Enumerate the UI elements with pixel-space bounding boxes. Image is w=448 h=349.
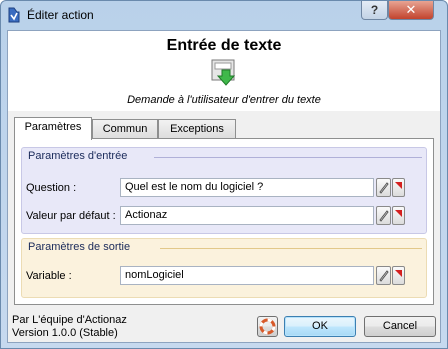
- action-title: Entrée de texte: [166, 37, 282, 54]
- ok-button[interactable]: OK: [284, 316, 356, 337]
- parameters-panel: Paramètres d'entrée Question : Quel est …: [14, 138, 434, 305]
- input-parameters-title: Paramètres d'entrée: [28, 150, 128, 162]
- edit-action-window: Éditer action ? ✕ Entrée de texte Demand…: [0, 0, 448, 349]
- default-value-label: Valeur par défaut :: [26, 210, 116, 222]
- red-flag-icon: [395, 270, 402, 277]
- tab-commun[interactable]: Commun: [92, 119, 158, 139]
- question-edit-button[interactable]: [376, 178, 391, 197]
- variable-input[interactable]: nomLogiciel: [120, 266, 374, 285]
- help-button[interactable]: ?: [361, 1, 388, 20]
- action-description: Demande à l'utilisateur d'entrer du text…: [127, 94, 321, 106]
- red-flag-icon: [395, 210, 402, 217]
- default-value-input[interactable]: Actionaz: [120, 206, 374, 225]
- output-parameters-title: Paramètres de sortie: [28, 241, 131, 253]
- input-parameters-group: Paramètres d'entrée Question : Quel est …: [21, 147, 427, 234]
- lifebuoy-icon: [259, 318, 276, 335]
- app-icon: [7, 7, 21, 23]
- question-input[interactable]: Quel est le nom du logiciel ?: [120, 178, 374, 197]
- help-lifebuoy-button[interactable]: [257, 316, 278, 337]
- question-label: Question :: [26, 182, 77, 194]
- title-bar[interactable]: Éditer action ? ✕: [1, 1, 447, 29]
- red-flag-icon: [395, 182, 402, 189]
- pencil-icon: [379, 210, 389, 222]
- cancel-button[interactable]: Cancel: [364, 316, 436, 337]
- window-title: Éditer action: [27, 8, 94, 22]
- author-text: Par L'équipe d'Actionaz: [12, 314, 127, 326]
- variable-label: Variable :: [26, 270, 72, 282]
- group-divider: [154, 157, 422, 158]
- variable-variable-button[interactable]: [392, 266, 405, 285]
- dialog-body: Entrée de texte Demande à l'utilisateur …: [7, 30, 441, 343]
- action-header: Entrée de texte Demande à l'utilisateur …: [8, 31, 440, 111]
- close-button[interactable]: ✕: [388, 1, 434, 20]
- tab-exceptions[interactable]: Exceptions: [158, 119, 236, 139]
- version-text: Version 1.0.0 (Stable): [12, 327, 118, 339]
- output-parameters-group: Paramètres de sortie Variable : nomLogic…: [21, 238, 427, 298]
- default-value-edit-button[interactable]: [376, 206, 391, 225]
- variable-edit-button[interactable]: [376, 266, 391, 285]
- tab-parametres[interactable]: Paramètres: [14, 117, 92, 140]
- text-input-action-icon: [208, 58, 242, 88]
- default-value-variable-button[interactable]: [392, 206, 405, 225]
- pencil-icon: [379, 182, 389, 194]
- pencil-icon: [379, 270, 389, 282]
- group-divider: [160, 248, 422, 249]
- question-variable-button[interactable]: [392, 178, 405, 197]
